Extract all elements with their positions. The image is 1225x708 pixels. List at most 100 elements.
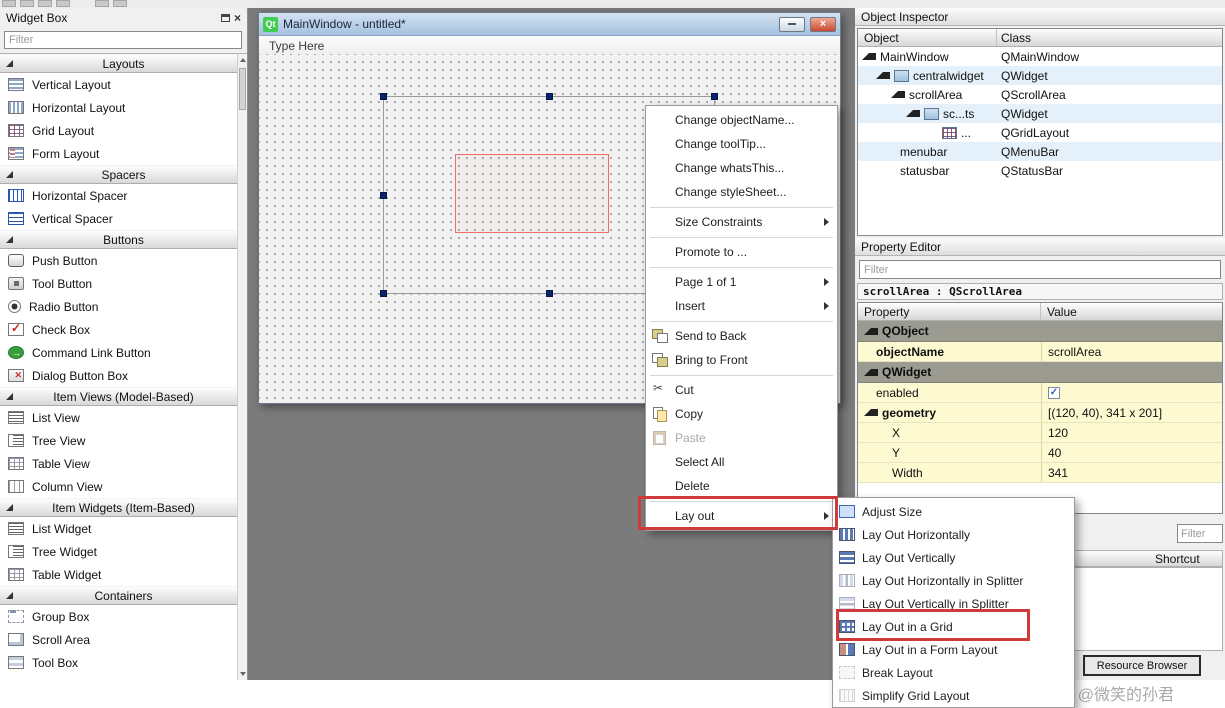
menu-item-paste[interactable]: Paste — [646, 426, 837, 450]
resize-handle-top-left[interactable] — [380, 93, 387, 100]
widget-item-tool-box[interactable]: Tool Box — [0, 651, 247, 674]
widget-item-push-button[interactable]: Push Button — [0, 249, 247, 272]
section-header-layouts[interactable]: Layouts — [0, 54, 247, 73]
menubar-type-here[interactable]: Type Here — [269, 39, 324, 53]
widget-item-list-view[interactable]: List View — [0, 406, 247, 429]
menu-item-change-whatsthis[interactable]: Change whatsThis... — [646, 156, 837, 180]
close-button[interactable]: × — [810, 17, 836, 32]
menu-item-cut[interactable]: Cut — [646, 378, 837, 402]
submenu-item-lay-out-horizontally[interactable]: Lay Out Horizontally — [833, 523, 1074, 546]
column-header-shortcut[interactable]: Shortcut — [1155, 552, 1200, 566]
widget-item-horizontal-layout[interactable]: Horizontal Layout — [0, 96, 247, 119]
menu-item-promote-to[interactable]: Promote to ... — [646, 240, 837, 264]
submenu-item-simplify-grid-layout[interactable]: Simplify Grid Layout — [833, 684, 1074, 707]
property-value[interactable]: 341 — [1041, 463, 1222, 482]
menu-item-change-tooltip[interactable]: Change toolTip... — [646, 132, 837, 156]
resource-browser-tab[interactable]: Resource Browser — [1083, 655, 1201, 676]
submenu-item-lay-out-vertically[interactable]: Lay Out Vertically — [833, 546, 1074, 569]
menu-item-lay-out[interactable]: Lay out — [646, 504, 837, 528]
submenu-item-lay-out-in-a-grid[interactable]: Lay Out in a Grid — [833, 615, 1074, 638]
menu-item-change-objectname[interactable]: Change objectName... — [646, 108, 837, 132]
column-header-object[interactable]: Object — [858, 29, 997, 46]
expand-arrow-icon[interactable] — [862, 53, 876, 60]
resize-handle-bottom-left[interactable] — [380, 290, 387, 297]
widget-item-scroll-area[interactable]: Scroll Area — [0, 628, 247, 651]
expand-arrow-icon[interactable] — [864, 409, 878, 416]
expand-arrow-icon[interactable] — [876, 72, 890, 79]
widget-item-grid-layout[interactable]: Grid Layout — [0, 119, 247, 142]
tree-row-mainwindow[interactable]: MainWindow QMainWindow — [858, 47, 1222, 66]
widget-box-filter-input[interactable] — [4, 31, 242, 49]
widget-item-horizontal-spacer[interactable]: Horizontal Spacer — [0, 184, 247, 207]
property-row-y[interactable]: Y 40 — [858, 443, 1222, 463]
scroll-down-icon[interactable] — [240, 672, 246, 676]
scroll-area-contents-outline[interactable] — [455, 154, 609, 233]
menu-item-select-all[interactable]: Select All — [646, 450, 837, 474]
menu-item-bring-to-front[interactable]: Bring to Front — [646, 348, 837, 372]
property-value[interactable]: scrollArea — [1041, 342, 1222, 361]
resize-handle-mid-left[interactable] — [380, 192, 387, 199]
widget-item-group-box[interactable]: Group Box — [0, 605, 247, 628]
tree-row-menubar[interactable]: menubar QMenuBar — [858, 142, 1222, 161]
widget-item-vertical-spacer[interactable]: Vertical Spacer — [0, 207, 247, 230]
resize-handle-top-center[interactable] — [546, 93, 553, 100]
widget-item-vertical-layout[interactable]: Vertical Layout — [0, 73, 247, 96]
enabled-checkbox[interactable]: ✓ — [1048, 387, 1060, 399]
widget-item-tree-widget[interactable]: Tree Widget — [0, 540, 247, 563]
close-icon[interactable]: × — [234, 13, 241, 23]
minimize-button[interactable] — [779, 17, 805, 32]
form-window-titlebar[interactable]: Qt MainWindow - untitled* × — [259, 13, 840, 36]
submenu-item-lay-out-vertically-in-splitter[interactable]: Lay Out Vertically in Splitter — [833, 592, 1074, 615]
submenu-item-adjust-size[interactable]: Adjust Size — [833, 500, 1074, 523]
property-filter-input[interactable] — [859, 260, 1221, 279]
expand-arrow-icon[interactable] — [891, 91, 905, 98]
action-filter-input[interactable] — [1177, 524, 1223, 543]
section-header-buttons[interactable]: Buttons — [0, 230, 247, 249]
column-header-value[interactable]: Value — [1041, 303, 1222, 320]
property-group-qwidget[interactable]: QWidget — [858, 362, 1222, 383]
property-row-width[interactable]: Width 341 — [858, 463, 1222, 483]
widget-item-tree-view[interactable]: Tree View — [0, 429, 247, 452]
tree-row-scrollarea[interactable]: scrollArea QScrollArea — [858, 85, 1222, 104]
tree-row-statusbar[interactable]: statusbar QStatusBar — [858, 161, 1222, 180]
tree-row-gridlayout[interactable]: ... QGridLayout — [858, 123, 1222, 142]
widget-item-radio-button[interactable]: Radio Button — [0, 295, 247, 318]
tree-row-scrollarea-contents[interactable]: sc...ts QWidget — [858, 104, 1222, 123]
submenu-item-break-layout[interactable]: Break Layout — [833, 661, 1074, 684]
section-header-spacers[interactable]: Spacers — [0, 165, 247, 184]
expand-arrow-icon[interactable] — [906, 110, 920, 117]
widget-item-list-widget[interactable]: List Widget — [0, 517, 247, 540]
widget-item-form-layout[interactable]: Form Layout — [0, 142, 247, 165]
menu-item-copy[interactable]: Copy — [646, 402, 837, 426]
menu-item-delete[interactable]: Delete — [646, 474, 837, 498]
menu-item-size-constraints[interactable]: Size Constraints — [646, 210, 837, 234]
property-value[interactable]: 40 — [1041, 443, 1222, 462]
widget-item-column-view[interactable]: Column View — [0, 475, 247, 498]
menu-item-send-to-back[interactable]: Send to Back — [646, 324, 837, 348]
widget-item-dialog-button-box[interactable]: Dialog Button Box — [0, 364, 247, 387]
tree-row-centralwidget[interactable]: centralwidget QWidget — [858, 66, 1222, 85]
widget-box-scrollbar[interactable] — [237, 54, 247, 680]
section-header-item-widgets[interactable]: Item Widgets (Item-Based) — [0, 498, 247, 517]
widget-item-table-view[interactable]: Table View — [0, 452, 247, 475]
resize-handle-bottom-center[interactable] — [546, 290, 553, 297]
form-menubar[interactable]: Type Here — [259, 36, 840, 56]
property-group-qobject[interactable]: QObject — [858, 321, 1222, 342]
menu-item-change-stylesheet[interactable]: Change styleSheet... — [646, 180, 837, 204]
property-row-objectname[interactable]: objectName scrollArea — [858, 342, 1222, 362]
property-row-x[interactable]: X 120 — [858, 423, 1222, 443]
column-header-property[interactable]: Property — [858, 303, 1041, 320]
property-value[interactable]: 120 — [1041, 423, 1222, 442]
scrollbar-thumb[interactable] — [239, 68, 246, 110]
resize-handle-top-right[interactable] — [711, 93, 718, 100]
property-row-enabled[interactable]: enabled ✓ — [858, 383, 1222, 403]
property-row-geometry[interactable]: geometry [(120, 40), 341 x 201] — [858, 403, 1222, 423]
widget-item-check-box[interactable]: Check Box — [0, 318, 247, 341]
float-icon[interactable] — [221, 14, 230, 22]
submenu-item-lay-out-horizontally-in-splitter[interactable]: Lay Out Horizontally in Splitter — [833, 569, 1074, 592]
section-header-item-views[interactable]: Item Views (Model-Based) — [0, 387, 247, 406]
column-header-class[interactable]: Class — [997, 29, 1222, 46]
widget-item-tool-button[interactable]: Tool Button — [0, 272, 247, 295]
menu-item-page-1-of-1[interactable]: Page 1 of 1 — [646, 270, 837, 294]
property-value[interactable]: [(120, 40), 341 x 201] — [1041, 403, 1222, 422]
